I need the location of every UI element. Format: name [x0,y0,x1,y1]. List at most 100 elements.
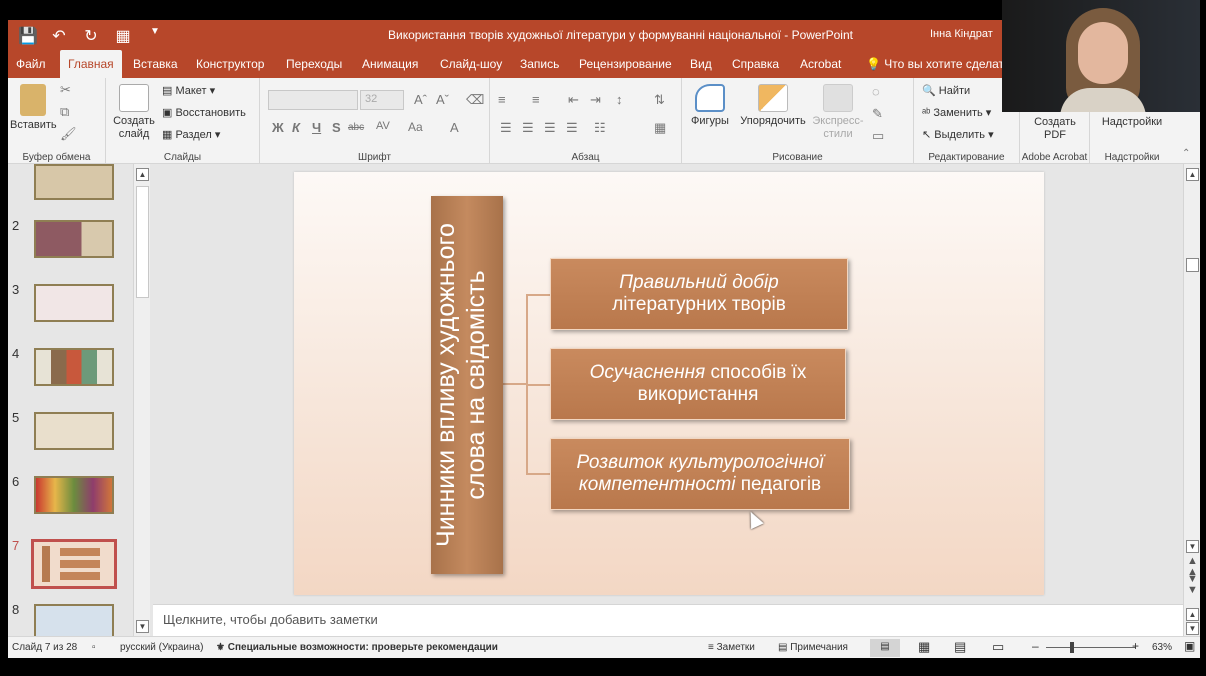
next-slide-icon[interactable]: ▼ ▼ [1187,574,1198,596]
shape-fill-icon[interactable]: ◌ [872,84,880,99]
shape-outline-icon[interactable]: ✎ [872,106,883,122]
addins-button[interactable]: Надстройки [1094,116,1170,129]
arrange-button[interactable]: Упорядочить [738,84,808,128]
zoom-slider-thumb[interactable] [1070,642,1074,653]
tab-view[interactable]: Вид [682,50,720,78]
slide-thumbnail-4[interactable] [34,348,114,386]
factor-box-1[interactable]: Правильний добір літературних творів [550,258,848,330]
font-color-icon[interactable]: A [450,120,459,135]
accessibility-status[interactable]: ⚜ Специальные возможности: проверьте рек… [216,642,498,653]
slide-thumbnail-2[interactable] [34,220,114,258]
italic-button[interactable]: К [292,120,300,135]
notes-button[interactable]: ≡ Заметки [708,642,755,653]
align-right-icon[interactable]: ☰ [544,120,556,136]
increase-font-icon[interactable]: Aˆ [414,92,427,107]
new-slide-button[interactable]: Создать слайд [112,84,156,141]
language-status[interactable]: русский (Украина) [120,642,203,653]
customize-icon[interactable]: ▼ [146,26,164,46]
shadow-button[interactable]: S [332,120,341,135]
tab-slideshow[interactable]: Слайд-шоу [432,50,510,78]
align-text-icon[interactable]: ▦ [654,120,666,136]
scroll-up-icon[interactable]: ▲ [1186,168,1199,181]
tab-transitions[interactable]: Переходы [278,50,350,78]
align-center-icon[interactable]: ☰ [522,120,534,136]
underline-button[interactable]: Ч [312,120,321,135]
slide-thumbnail-3[interactable] [34,284,114,322]
numbering-icon[interactable]: ≡ [532,92,540,107]
save-icon[interactable]: 💾 [18,26,38,46]
create-pdf-button[interactable]: Создать PDF [1024,116,1086,142]
font-size-box[interactable]: 32 [360,90,404,110]
bullets-icon[interactable]: ≡ [498,92,506,107]
comments-button[interactable]: ▤ Примечания [778,642,848,653]
decrease-indent-icon[interactable]: ⇤ [568,92,579,108]
scroll-down-icon[interactable]: ▼ [136,620,149,633]
tab-file[interactable]: Файл [8,50,54,78]
char-spacing-button[interactable]: AV [376,120,390,132]
tab-animations[interactable]: Анимация [354,50,426,78]
tab-design[interactable]: Конструктор [188,50,272,78]
scroll-up-icon[interactable]: ▲ [136,168,149,181]
scroll-thumb[interactable] [1186,258,1199,272]
factor-box-2[interactable]: Осучаснення способів їх використання [550,348,846,420]
undo-icon[interactable]: ↶ [50,26,68,46]
vertical-title-box[interactable]: Чинники впливу художнього слова на свідо… [431,196,503,574]
reset-button[interactable]: ▣ Восстановить [162,106,246,119]
copy-icon[interactable]: ⧉ [60,104,69,120]
slide-sorter-icon[interactable]: ▦ [918,639,930,655]
notes-scroll-down-icon[interactable]: ▼ [1186,622,1199,635]
align-left-icon[interactable]: ☰ [500,120,512,136]
slide-thumbnail-6[interactable] [34,476,114,514]
fit-to-window-icon[interactable]: ▣ [1184,639,1195,653]
bold-button[interactable]: Ж [272,120,284,135]
tab-acrobat[interactable]: Acrobat [792,50,849,78]
replace-button[interactable]: ᵃᵇ Заменить ▾ [922,106,991,119]
slide-thumbnail-7[interactable] [31,539,117,589]
zoom-level[interactable]: 63% [1152,642,1172,653]
paste-button[interactable]: Вставить [10,84,57,132]
section-button[interactable]: ▦ Раздел ▾ [162,128,220,141]
notes-area[interactable]: Щелкните, чтобы добавить заметки [153,604,1183,636]
strikethrough-button[interactable]: abc [348,122,364,133]
slide-scrollbar[interactable]: ▲ ▼ ▲ ▲ ▼ ▼ ▲ ▼ [1183,164,1200,636]
slide-thumbnail-5[interactable] [34,412,114,450]
decrease-font-icon[interactable]: Aˇ [436,92,449,107]
factor-box-3[interactable]: Розвиток культурологічної компетентності… [550,438,850,510]
redo-icon[interactable]: ↻ [82,26,100,46]
zoom-slider[interactable] [1046,647,1136,648]
slide-thumbnail-8[interactable] [34,604,114,636]
tab-home[interactable]: Главная [60,50,122,78]
reading-view-icon[interactable]: ▤ [954,639,966,655]
tab-help[interactable]: Справка [724,50,787,78]
clear-format-icon[interactable]: ⌫ [466,92,484,108]
slideshow-icon[interactable]: ▭ [992,639,1004,655]
spellcheck-icon[interactable]: ▫ [92,642,96,653]
scroll-down-icon[interactable]: ▼ [1186,540,1199,553]
line-spacing-icon[interactable]: ↕ [616,92,623,107]
scroll-thumb[interactable] [136,186,149,298]
layout-button[interactable]: ▤ Макет ▾ [162,84,215,97]
justify-icon[interactable]: ☰ [566,120,578,136]
quick-styles-button[interactable]: Экспресс-стили [812,84,864,141]
thumbnails-scrollbar[interactable]: ▲ ▼ [133,164,150,636]
select-button[interactable]: ↖ Выделить ▾ [922,128,994,141]
collapse-ribbon-icon[interactable]: ⌃ [1182,148,1190,159]
format-painter-icon[interactable]: 🖌 [60,126,77,142]
present-icon[interactable]: ▦ [114,26,132,46]
notes-scroll-up-icon[interactable]: ▲ [1186,608,1199,621]
shapes-button[interactable]: Фигуры [688,84,732,128]
slide-thumbnail-1[interactable] [34,164,114,200]
user-name[interactable]: Інна Кіндрат [930,28,993,40]
normal-view-icon[interactable]: ▤ [870,639,900,657]
text-direction-icon[interactable]: ⇅ [654,92,665,108]
cut-icon[interactable]: ✂ [60,82,71,98]
font-name-box[interactable] [268,90,358,110]
increase-indent-icon[interactable]: ⇥ [590,92,601,108]
columns-icon[interactable]: ☷ [594,120,606,136]
tell-me-search[interactable]: 💡 Что вы хотите сделать [866,50,1010,78]
tab-record[interactable]: Запись [512,50,567,78]
zoom-in-button[interactable]: + [1132,639,1139,653]
tab-review[interactable]: Рецензирование [571,50,680,78]
change-case-button[interactable]: Aa [408,120,423,134]
zoom-out-button[interactable]: – [1032,639,1039,653]
